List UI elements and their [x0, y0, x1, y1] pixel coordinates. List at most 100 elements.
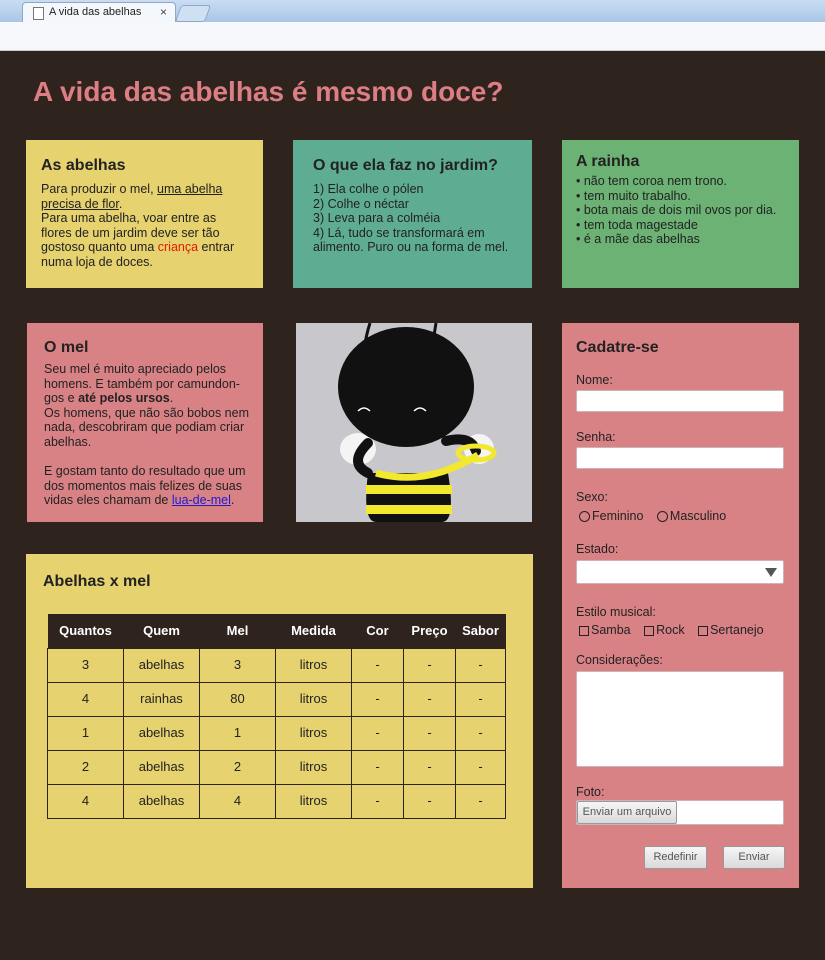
- browser-tab[interactable]: A vida das abelhas ×: [22, 2, 176, 23]
- tab-title: A vida das abelhas: [49, 6, 142, 18]
- table-cell: -: [455, 648, 506, 683]
- checkbox[interactable]: [698, 625, 709, 636]
- consideracoes-textarea[interactable]: [576, 671, 784, 767]
- table-cell: 4: [199, 784, 276, 819]
- table-cell: litros: [275, 682, 352, 717]
- senha-input[interactable]: [576, 447, 784, 469]
- column-header: Quantos: [47, 614, 124, 649]
- table-cell: -: [403, 784, 456, 819]
- page-icon: [33, 7, 44, 20]
- upload-button[interactable]: Enviar um arquivo: [577, 801, 677, 824]
- highlighted-word: criança: [157, 240, 199, 255]
- list-item: 3) Leva para a colméia: [313, 211, 441, 226]
- text-fragment: .: [230, 493, 235, 508]
- estilo-options: Samba Rock Sertanejo: [579, 623, 764, 638]
- card-tabela: Abelhas x mel Quantos Quem Mel Medida Co…: [26, 554, 533, 888]
- estado-label: Estado:: [576, 542, 619, 556]
- estilo-label: Estilo musical:: [576, 605, 656, 619]
- text-fragment: .: [118, 196, 123, 211]
- list-item: • bota mais de dois mil ovos por dia.: [576, 203, 777, 218]
- page-title: A vida das abelhas é mesmo doce?: [33, 76, 504, 107]
- close-tab-icon[interactable]: ×: [160, 5, 167, 19]
- card-rainha-title: A rainha: [576, 153, 640, 170]
- table-cell: 3: [199, 648, 276, 683]
- bee-icon: [338, 323, 497, 522]
- list-item: • é a mãe das abelhas: [576, 232, 700, 247]
- table-cell: abelhas: [123, 750, 200, 785]
- list-item: 4) Lá, tudo se transformará em alimento.…: [313, 225, 509, 255]
- sexo-options: Feminino Masculino: [579, 509, 726, 524]
- nome-input[interactable]: [576, 390, 784, 412]
- list-item: 2) Colhe o néctar: [313, 196, 409, 211]
- checkbox-label: Samba: [591, 623, 631, 637]
- checkbox-rock[interactable]: Rock: [644, 623, 685, 637]
- table-cell: 2: [47, 750, 124, 785]
- bold-phrase: até pelos ursos: [78, 391, 170, 406]
- table-cell: -: [455, 784, 506, 819]
- table-cell: 4: [47, 682, 124, 717]
- table-cell: -: [403, 682, 456, 717]
- column-header: Mel: [199, 614, 276, 649]
- card-abelhas: As abelhas Para produzir o mel, uma abel…: [26, 140, 263, 288]
- browser-tab-strip: A vida das abelhas ×: [0, 0, 825, 23]
- table-cell: -: [351, 750, 404, 785]
- table-cell: abelhas: [123, 784, 200, 819]
- checkbox-sertanejo[interactable]: Sertanejo: [698, 623, 764, 637]
- table-cell: -: [403, 750, 456, 785]
- text-fragment: .: [169, 391, 174, 406]
- reset-button[interactable]: Redefinir: [644, 846, 707, 869]
- table-cell: litros: [275, 784, 352, 819]
- checkbox[interactable]: [579, 625, 589, 636]
- text-fragment: Para produzir o mel,: [41, 182, 158, 196]
- card-mel-title: O mel: [44, 339, 89, 356]
- column-header: Quem: [123, 614, 200, 649]
- table-cell: 1: [199, 716, 276, 751]
- table-cell: 4: [47, 784, 124, 819]
- table-cell: 1: [47, 716, 124, 751]
- table-cell: 80: [199, 682, 276, 717]
- card-abelhas-text: Para produzir o mel, uma abelha precisa …: [41, 182, 249, 270]
- table-cell: litros: [275, 716, 352, 751]
- estado-select[interactable]: [576, 560, 784, 584]
- list-item: • tem toda magestade: [576, 217, 698, 232]
- table-row: 3 abelhas 3 litros - - -: [47, 648, 506, 683]
- table-cell: -: [351, 682, 404, 717]
- table-cell: -: [351, 784, 404, 819]
- browser-toolbar: [0, 22, 825, 51]
- radio-button[interactable]: [579, 511, 590, 523]
- table-row: 4 rainhas 80 litros - - -: [47, 682, 506, 717]
- nome-label: Nome:: [576, 373, 613, 387]
- sexo-label: Sexo:: [576, 490, 608, 504]
- table-cell: 3: [47, 648, 124, 683]
- table-cell: abelhas: [123, 648, 200, 683]
- radio-masculino[interactable]: Masculino: [656, 509, 727, 523]
- foto-file-input[interactable]: Enviar um arquivo: [576, 800, 784, 825]
- table-cell: litros: [275, 648, 352, 683]
- table-cell: -: [455, 716, 506, 751]
- table-cell: -: [403, 716, 456, 751]
- card-abelhas-title: As abelhas: [41, 157, 126, 174]
- page-content: A vida das abelhas é mesmo doce? As abel…: [0, 51, 825, 960]
- new-tab-button[interactable]: [174, 5, 212, 22]
- rainha-list: • não tem coroa nem trono. • tem muito t…: [576, 174, 787, 247]
- column-header: Preço: [403, 614, 456, 649]
- checkbox-samba[interactable]: Samba: [579, 623, 631, 637]
- checkbox[interactable]: [644, 625, 655, 636]
- card-jardim-title: O que ela faz no jardim?: [313, 157, 498, 174]
- jardim-list: 1) Ela colhe o pólen 2) Colhe o néctar 3…: [313, 182, 518, 255]
- chevron-down-icon: [765, 568, 777, 577]
- table-cell: -: [455, 682, 506, 717]
- text-fragment: Os homens, que não são bobos nem nada, d…: [44, 405, 249, 449]
- form-title: Cadatre-se: [576, 339, 659, 356]
- lua-de-mel-link[interactable]: lua-de-mel: [172, 493, 231, 507]
- radio-feminino[interactable]: Feminino: [579, 509, 643, 523]
- radio-label: Masculino: [669, 509, 727, 523]
- table-cell: abelhas: [123, 716, 200, 751]
- column-header: Cor: [351, 614, 404, 649]
- radio-button[interactable]: [656, 511, 668, 523]
- submit-button[interactable]: Enviar: [723, 846, 785, 869]
- table-row: 4 abelhas 4 litros - - -: [47, 784, 506, 819]
- card-mel: O mel Seu mel é muito apreciado pelos ho…: [27, 323, 263, 522]
- list-item: • tem muito trabalho.: [576, 188, 691, 203]
- table-cell: -: [351, 648, 404, 683]
